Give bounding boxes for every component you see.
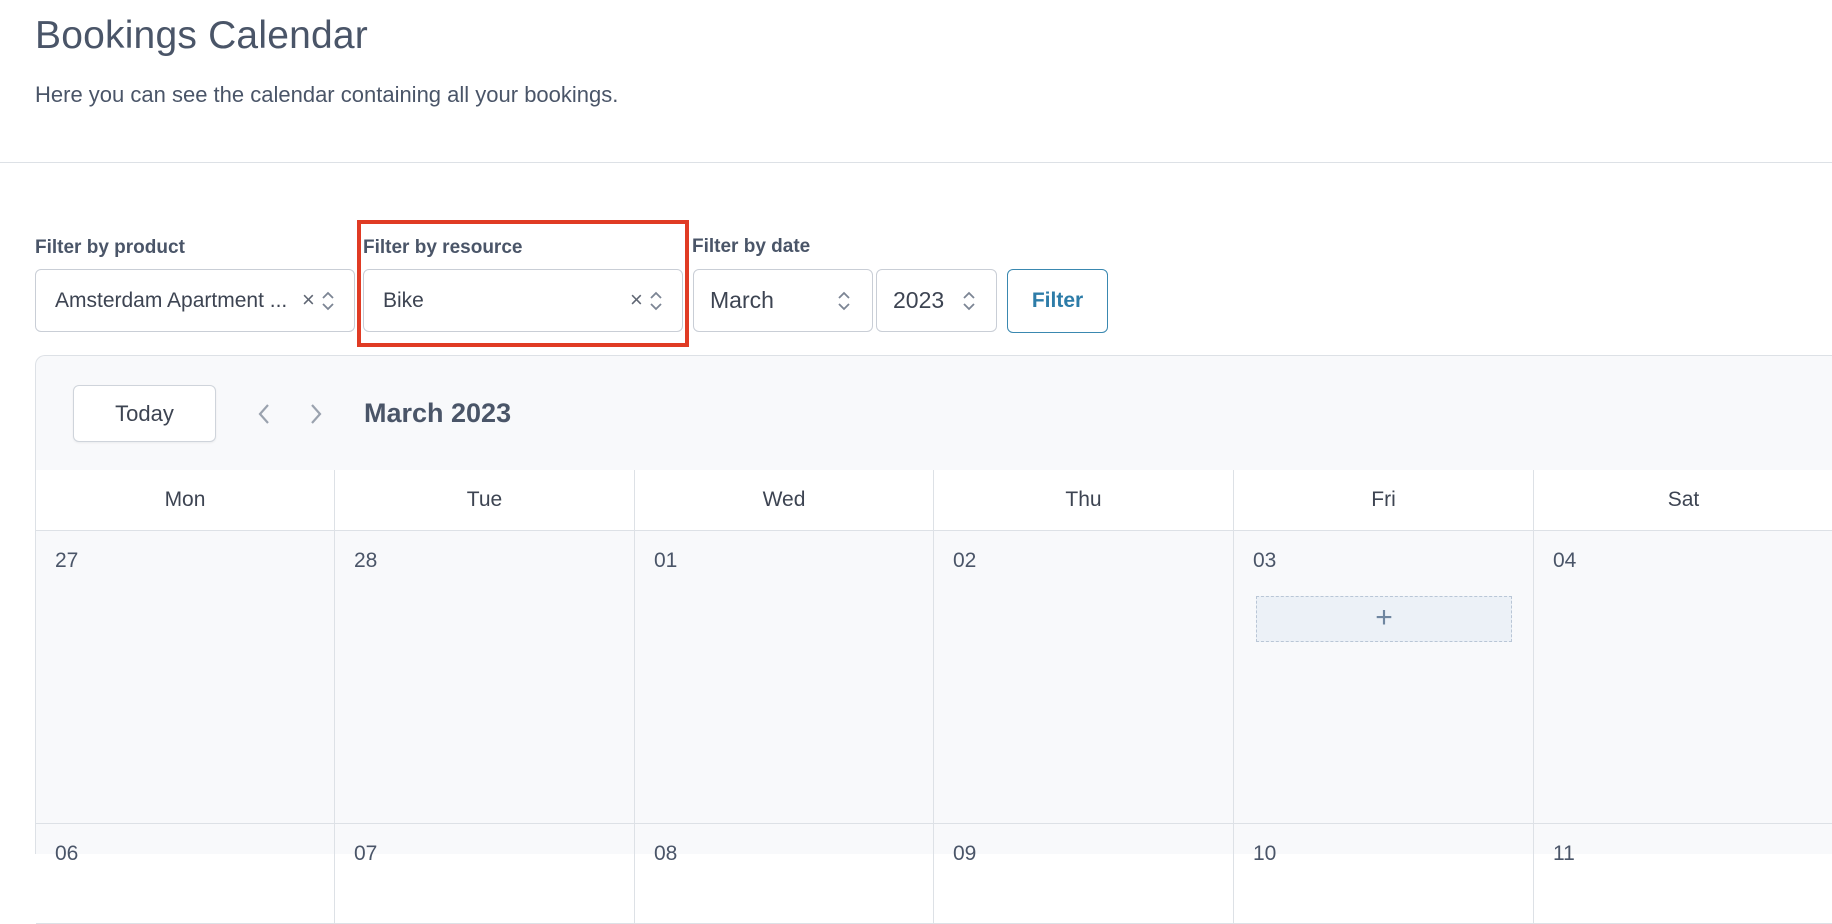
year-select[interactable]: 2023 — [876, 269, 997, 332]
calendar-day-cell[interactable]: 02 — [934, 531, 1234, 824]
chevron-right-icon[interactable] — [309, 403, 323, 425]
day-number: 11 — [1553, 842, 1575, 865]
month-select-value: March — [710, 287, 774, 313]
add-booking-button[interactable]: + — [1256, 596, 1512, 642]
page-title: Bookings Calendar — [35, 14, 368, 57]
weekday-fri: Fri — [1234, 470, 1534, 530]
calendar-toolbar: Today March 2023 — [36, 356, 1832, 471]
calendar-day-cell[interactable]: 27 — [36, 531, 335, 824]
day-number: 06 — [55, 842, 79, 865]
product-select-value: Amsterdam Apartment ... — [55, 288, 288, 312]
calendar-day-cell[interactable]: 28 — [335, 531, 635, 824]
month-select[interactable]: March — [693, 269, 873, 332]
calendar-day-cell[interactable]: 03 + — [1234, 531, 1534, 824]
calendar-day-cell[interactable]: 07 — [335, 824, 635, 924]
today-button[interactable]: Today — [73, 385, 216, 442]
chevron-updown-icon — [838, 291, 850, 311]
day-number: 08 — [654, 842, 678, 865]
calendar-month-title: March 2023 — [364, 398, 512, 428]
calendar-day-cell[interactable]: 08 — [635, 824, 934, 924]
clear-icon[interactable]: × — [302, 287, 315, 313]
chevron-updown-icon — [322, 291, 334, 311]
calendar-day-cell[interactable]: 10 — [1234, 824, 1534, 924]
year-select-value: 2023 — [893, 287, 945, 313]
page-subtitle: Here you can see the calendar containing… — [35, 82, 619, 107]
day-number: 02 — [953, 549, 977, 572]
weekday-wed: Wed — [635, 470, 934, 530]
day-number: 07 — [354, 842, 378, 865]
filter-product-label: Filter by product — [35, 237, 185, 258]
resource-filter-highlight — [357, 220, 689, 347]
day-number: 27 — [55, 549, 79, 572]
weekday-header: Mon Tue Wed Thu Fri Sat — [36, 470, 1832, 531]
day-number: 04 — [1553, 549, 1577, 572]
day-number: 10 — [1253, 842, 1277, 865]
day-number: 09 — [953, 842, 977, 865]
weekday-tue: Tue — [335, 470, 635, 530]
day-number: 03 — [1253, 549, 1277, 572]
filter-button[interactable]: Filter — [1007, 269, 1108, 333]
day-number: 01 — [654, 549, 678, 572]
calendar-day-cell[interactable]: 09 — [934, 824, 1234, 924]
chevron-updown-icon — [963, 291, 975, 311]
calendar-day-cell[interactable]: 01 — [635, 531, 934, 824]
weekday-sat: Sat — [1667, 488, 1700, 511]
weekday-thu: Thu — [934, 470, 1234, 530]
filter-date-label: Filter by date — [692, 236, 811, 257]
calendar: Today March 2023 Mon Tue Wed Thu Fri Sat… — [35, 355, 1832, 924]
calendar-day-cell[interactable]: 06 — [36, 824, 335, 924]
header-divider — [0, 162, 1832, 163]
calendar-day-cell[interactable]: 04 — [1534, 531, 1832, 824]
chevron-left-icon[interactable] — [257, 403, 271, 425]
calendar-day-cell[interactable]: 11 — [1534, 824, 1832, 924]
weekday-mon: Mon — [36, 470, 335, 530]
day-number: 28 — [354, 549, 378, 572]
product-select[interactable]: Amsterdam Apartment ... × — [35, 269, 355, 332]
